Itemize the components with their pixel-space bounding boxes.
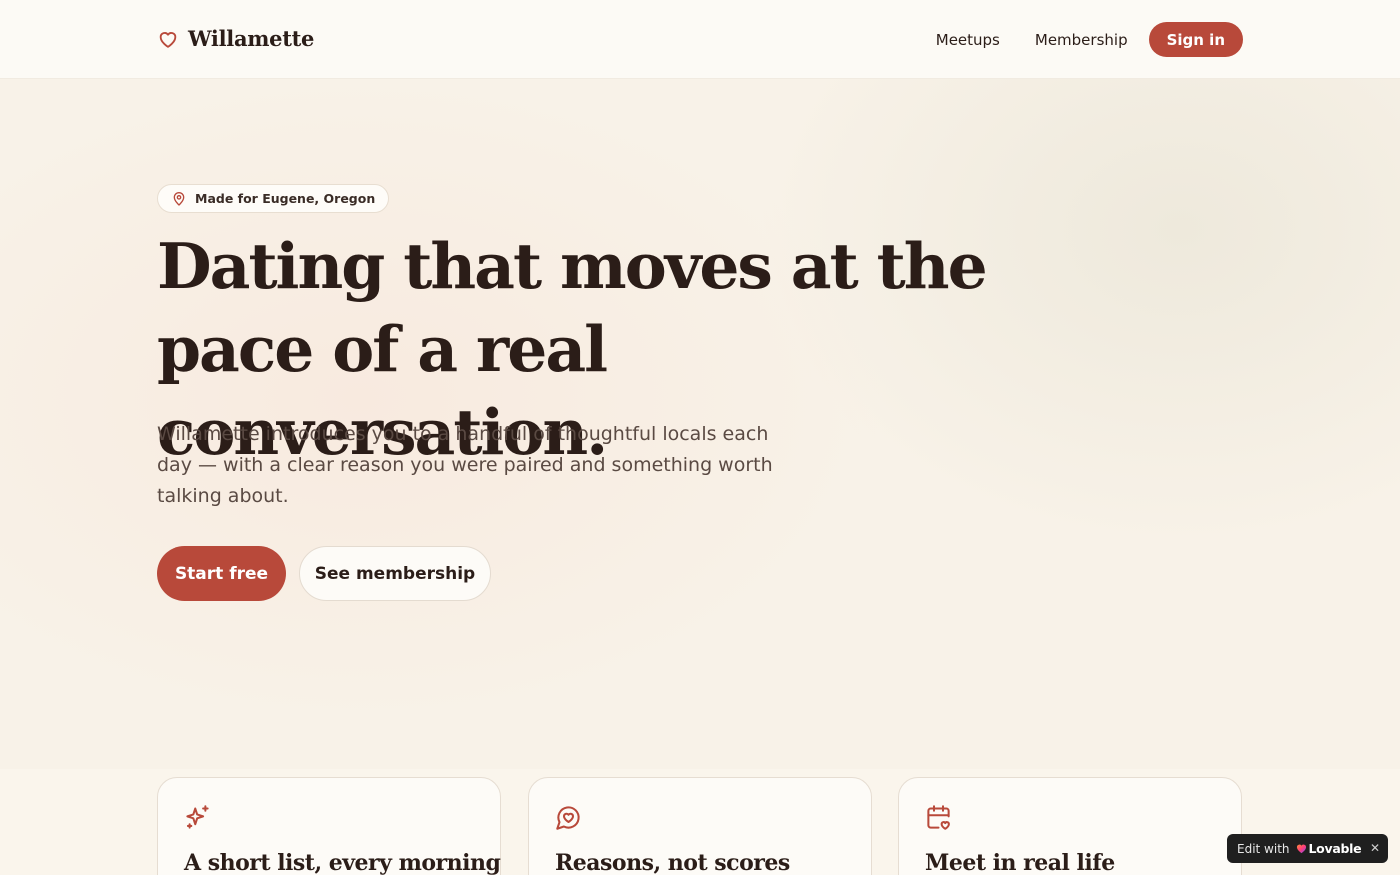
brand-name: Willamette: [188, 26, 315, 51]
lovable-badge[interactable]: Edit with Lovable ✕: [1227, 834, 1388, 863]
heart-icon: [159, 31, 177, 48]
sparkles-icon: [186, 805, 209, 829]
site-header: Willamette Meetups Membership Sign in: [0, 0, 1400, 79]
hero-subtext: Willamette introduces you to a handful o…: [157, 423, 773, 507]
nav-link-membership[interactable]: Membership: [1035, 23, 1128, 57]
heart-chat-icon: [556, 806, 580, 830]
hero-section: Made for Eugene, Oregon Dating that move…: [0, 79, 1400, 769]
close-icon[interactable]: ✕: [1370, 841, 1380, 855]
logo[interactable]: Willamette: [157, 26, 314, 51]
sign-in-button[interactable]: Sign in: [1148, 22, 1243, 57]
feature-card-short-list: A short list, every morning: [157, 777, 501, 875]
lovable-badge-prefix: Edit with: [1237, 841, 1290, 856]
lovable-logo-icon: [1296, 844, 1306, 854]
lovable-brand: Lovable: [1308, 841, 1362, 856]
location-badge: Made for Eugene, Oregon: [157, 184, 390, 213]
main-nav: Meetups Membership Sign in: [936, 22, 1243, 57]
feature-card-title: Reasons, not scores: [555, 850, 790, 875]
feature-card-title: Meet in real life: [925, 850, 1115, 875]
feature-card-meet: Meet in real life: [898, 777, 1242, 875]
feature-card-title: A short list, every morning: [184, 850, 501, 875]
calendar-heart-icon: [927, 805, 950, 830]
location-badge-label: Made for Eugene, Oregon: [195, 191, 376, 206]
start-free-button[interactable]: Start free: [157, 546, 286, 601]
feature-card-reasons: Reasons, not scores: [528, 777, 872, 875]
map-pin-icon: [173, 191, 185, 206]
see-membership-button[interactable]: See membership: [299, 546, 491, 601]
nav-link-meetups[interactable]: Meetups: [936, 23, 1000, 57]
